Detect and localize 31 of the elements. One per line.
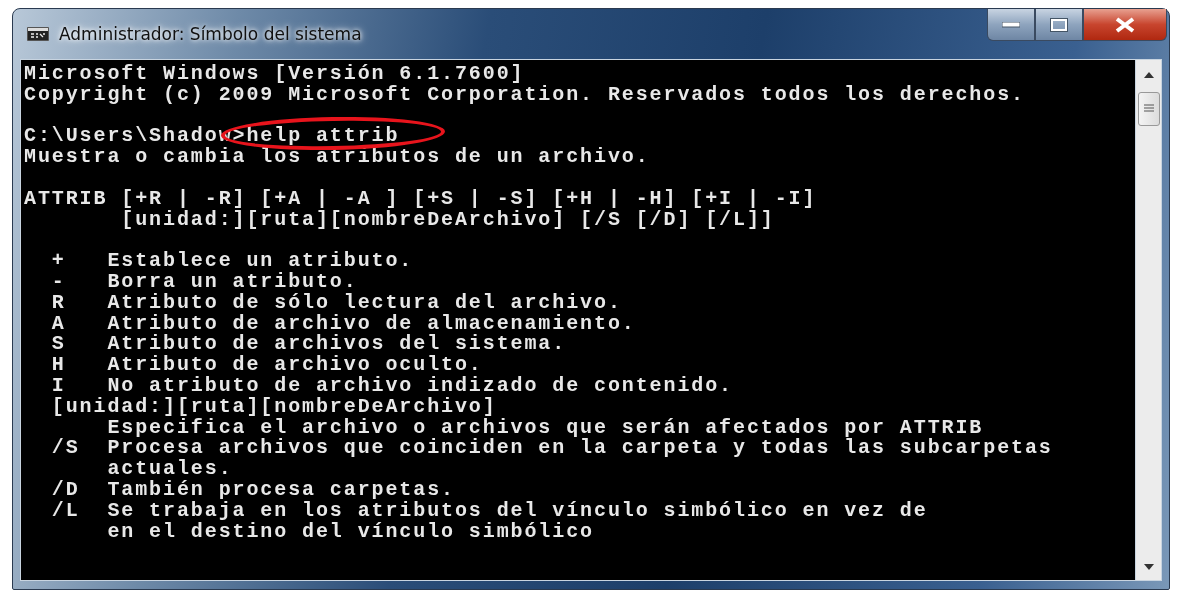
console-line: actuales. (106, 459, 233, 480)
scrollbar[interactable] (1135, 59, 1162, 581)
console-line: + Establece un atributo. (50, 251, 414, 272)
console-line: Especifica el archivo o archivos que serán afectados por ATTRIB (107, 417, 984, 439)
scroll-thumb[interactable] (1137, 92, 1160, 126)
console-line: [unidad:][ruta][nombreDeArchivo] [/S [/D] [/L]] (120, 209, 775, 231)
scroll-up-icon[interactable] (1143, 72, 1154, 78)
window-title: Administrador: Símbolo del sistema (59, 24, 362, 44)
console-line: R Atributo de sólo lectura del archivo. (50, 292, 622, 314)
maximize-icon (1050, 17, 1068, 32)
console-line: Copyright (c) 2009 Microsoft Corporation. Reservados todos los derechos. (24, 84, 1025, 106)
console-line: Microsoft Windows [Versión 6.1.7600] (24, 64, 525, 85)
maximize-button[interactable] (1035, 9, 1083, 41)
console-line: /D También procesa carpetas. (50, 479, 455, 501)
close-icon (1114, 16, 1136, 33)
console-line: [unidad:][ruta][nombreDeArchivo] (50, 396, 497, 418)
console-line: ATTRIB [+R | -R] [+A | -A ] [+S | -S] [+H | -H] [+I | -I] (24, 188, 817, 210)
console-line: I No atributo de archivo indizado de contenido. (50, 375, 733, 397)
console-icon (27, 27, 49, 41)
console-line: en el destino del vínculo simbólico (106, 521, 594, 543)
console-line: S Atributo de archivos del sistema. (50, 334, 567, 356)
console-line: /L Se trabaja en los atributos del vínculo simbólico en vez de (50, 500, 928, 522)
minimize-button[interactable] (987, 9, 1035, 41)
minimize-icon (1002, 21, 1020, 28)
console-line: - Borra un atributo. (50, 271, 358, 293)
close-button[interactable] (1083, 9, 1167, 41)
console-line: Muestra o cambia los atributos de un archivo. (24, 147, 650, 168)
console-line: /S Procesa archivos que coinciden en la carpeta y todas las subcarpetas (50, 438, 1053, 460)
console-line: A Atributo de archivo de almacenamiento. (50, 313, 636, 335)
console-line: H Atributo de archivo oculto. (50, 355, 483, 376)
scroll-down-icon[interactable] (1143, 564, 1154, 570)
